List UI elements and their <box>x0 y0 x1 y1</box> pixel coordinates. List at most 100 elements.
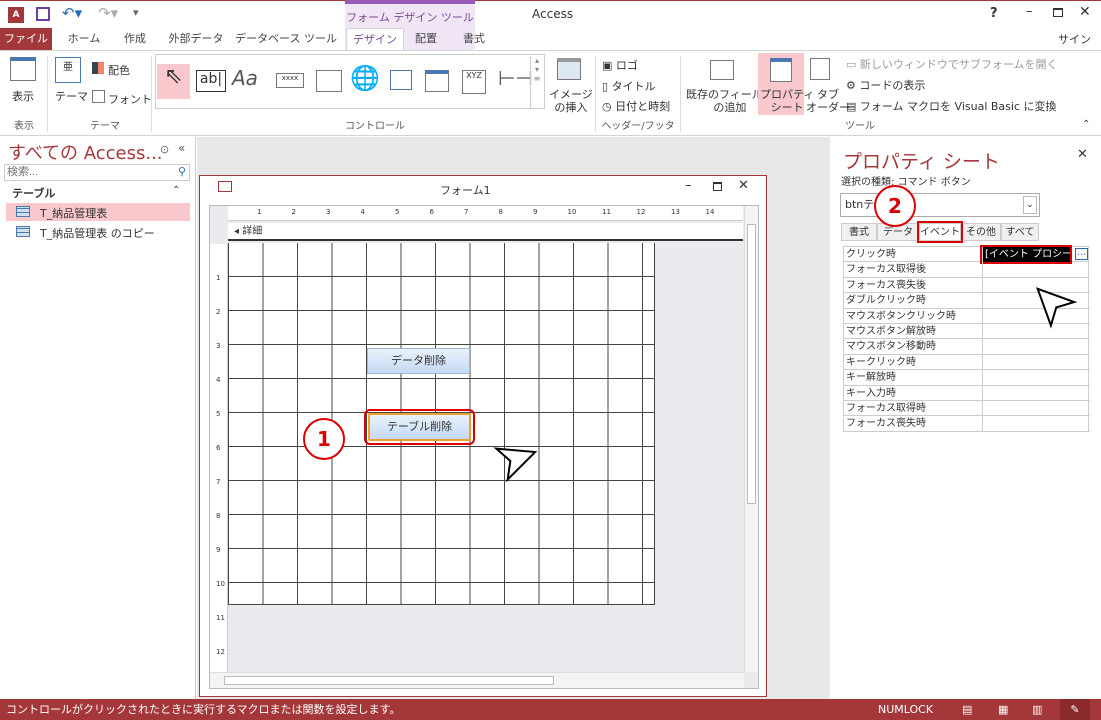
access-logo-icon: A <box>8 7 24 23</box>
property-sheet-close[interactable]: ✕ <box>1077 147 1088 162</box>
insert-image-icon <box>557 58 581 80</box>
vertical-scrollbar[interactable] <box>744 206 758 672</box>
property-value[interactable] <box>982 416 1089 432</box>
fonts-button[interactable]: フォント <box>108 91 152 107</box>
data-delete-button[interactable]: データ削除 <box>367 348 470 374</box>
property-value[interactable] <box>982 370 1089 386</box>
property-value[interactable] <box>982 339 1089 355</box>
theme-button[interactable]: テーマ <box>55 88 88 104</box>
hyperlink-tool-icon[interactable]: 🌐 <box>350 64 380 92</box>
property-row[interactable]: キー解放時 <box>844 370 1090 386</box>
logo-button[interactable]: ▣ ロゴ <box>602 57 638 73</box>
layout-view-icon[interactable]: ▥ <box>1032 699 1042 720</box>
property-value[interactable]: [イベント プロシージャ] <box>980 245 1072 264</box>
selection-type: 選択の種類: コマンド ボタン <box>841 177 971 188</box>
form-view-icon[interactable]: ▤ <box>962 699 972 720</box>
insert-image-button[interactable]: イメージ の挿入 <box>549 88 593 114</box>
nav-section-tables[interactable]: テーブル <box>12 185 55 201</box>
page-break-icon[interactable]: ⊢⊣ <box>498 66 533 90</box>
property-tab[interactable]: イベント <box>917 221 963 243</box>
select-tool-icon[interactable]: ⇖ <box>157 64 190 99</box>
title-button[interactable]: ▯ タイトル <box>602 78 656 94</box>
datasheet-view-icon[interactable]: ▦ <box>998 699 1008 720</box>
property-tab[interactable]: その他 <box>961 223 1001 241</box>
nav-item[interactable]: T_納品管理表 <box>6 203 190 221</box>
horizontal-scrollbar[interactable] <box>210 672 744 688</box>
close-button[interactable]: ✕ <box>1079 4 1091 20</box>
tab-control-icon[interactable] <box>316 70 342 92</box>
property-value[interactable] <box>982 354 1089 370</box>
open-subform-button: ▭ 新しいウィンドウでサブフォームを開く <box>846 58 1058 71</box>
tab-design[interactable]: デザイン <box>346 28 404 52</box>
tab-home[interactable]: ホーム <box>60 28 108 50</box>
customize-qat-icon[interactable]: ▾ <box>133 6 139 19</box>
datetime-label: 日付と時刻 <box>615 100 671 113</box>
table-delete-button[interactable]: テーブル削除 <box>364 409 475 445</box>
redo-icon[interactable]: ↷▾ <box>98 4 118 22</box>
tab-order-button[interactable]: タブ オーダー <box>806 88 850 114</box>
textbox-tool-icon[interactable]: ab| <box>196 70 226 92</box>
object-select[interactable]: btnテ ⌄ <box>840 193 1040 217</box>
design-view-icon[interactable]: ✎ <box>1060 699 1090 720</box>
colors-button[interactable]: 配色 <box>108 62 130 78</box>
ruler-tick-label: 7 <box>464 208 469 216</box>
property-name: キー解放時 <box>846 372 896 384</box>
property-row[interactable]: フォーカス喪失時 <box>844 416 1090 432</box>
nav-item-label: T_納品管理表 のコピー <box>40 227 155 240</box>
convert-macros-button[interactable]: ▤ フォーム マクロを Visual Basic に変換 <box>846 98 1057 114</box>
nav-item[interactable]: T_納品管理表 のコピー <box>6 223 190 241</box>
property-tab[interactable]: すべて <box>1001 223 1039 241</box>
maximize-button[interactable] <box>1053 8 1063 17</box>
collapse-nav-icon[interactable]: « <box>178 141 185 155</box>
property-value[interactable] <box>982 262 1089 278</box>
horizontal-ruler: 1 2 3 4 5 6 7 8 9 10 11 12 13 14 <box>228 206 743 221</box>
view-code-button[interactable]: ⚙ コードの表示 <box>846 77 925 93</box>
option-group-icon[interactable]: XYZ <box>462 70 486 94</box>
help-button[interactable]: ? <box>990 6 998 21</box>
collapse-ribbon-icon[interactable]: ⌃ <box>1082 119 1090 130</box>
ruler-tick-label: 4 <box>216 376 221 384</box>
tab-external-data[interactable]: 外部データ <box>160 28 232 50</box>
minimize-button[interactable]: – <box>1026 4 1033 19</box>
property-row[interactable]: クリック時 [イベント プロシージャ]… <box>844 245 1090 264</box>
web-browser-tool-icon[interactable] <box>390 70 412 90</box>
form-minimize-button[interactable]: – <box>685 178 692 193</box>
tab-file[interactable]: ファイル <box>0 28 52 50</box>
property-tab[interactable]: 書式 <box>841 223 877 241</box>
save-icon[interactable] <box>36 7 50 21</box>
gallery-scroll[interactable]: ▴ ▾ ≡ <box>530 56 543 108</box>
label-tool-icon[interactable]: Aa <box>232 66 258 90</box>
datetime-button[interactable]: ◷ 日付と時刻 <box>602 98 670 114</box>
button-tool-icon[interactable]: xxxx <box>276 73 304 88</box>
ruler-tick-label: 12 <box>636 208 646 216</box>
section-collapse-icon[interactable]: ⌃ <box>172 185 180 196</box>
property-value[interactable] <box>982 400 1089 416</box>
view-button[interactable]: 表示 <box>12 88 34 104</box>
ruler-tick-label: 12 <box>216 648 225 656</box>
property-row[interactable]: キークリック時 <box>844 354 1090 371</box>
undo-icon[interactable]: ↶▾ <box>62 4 82 22</box>
property-row[interactable]: フォーカス取得時 <box>844 400 1090 417</box>
form-close-button[interactable]: ✕ <box>738 178 749 193</box>
numlock-indicator: NUMLOCK <box>878 703 934 716</box>
tab-format[interactable]: 書式 <box>452 28 496 50</box>
tab-arrange[interactable]: 配置 <box>406 28 446 50</box>
nav-menu-icon[interactable]: ⊙ <box>160 143 169 156</box>
nav-title[interactable]: すべての Access... <box>8 139 163 165</box>
tab-order-label-2: オーダー <box>806 101 850 114</box>
tab-create[interactable]: 作成 <box>113 28 157 50</box>
property-value[interactable] <box>982 385 1089 401</box>
ruler-tick-label: 3 <box>326 208 331 216</box>
context-tab-group-label: フォーム デザイン ツール <box>346 11 474 24</box>
status-message: コントロールがクリックされたときに実行するマクロまたは関数を設定します。 <box>6 703 401 716</box>
property-row[interactable]: キー入力時 <box>844 385 1090 401</box>
detail-section-bar[interactable]: ◂ 詳細 <box>228 223 743 241</box>
navigation-tool-icon[interactable] <box>425 70 449 92</box>
nav-search-input[interactable] <box>5 166 165 178</box>
build-button[interactable]: … <box>1075 248 1088 260</box>
form-maximize-button[interactable] <box>713 182 722 191</box>
property-row[interactable]: マウスボタン移動時 <box>844 339 1090 355</box>
nav-search-box[interactable]: ⚲ <box>4 164 190 181</box>
tab-database-tools[interactable]: データベース ツール <box>234 28 338 50</box>
search-icon[interactable]: ⚲ <box>178 165 186 178</box>
